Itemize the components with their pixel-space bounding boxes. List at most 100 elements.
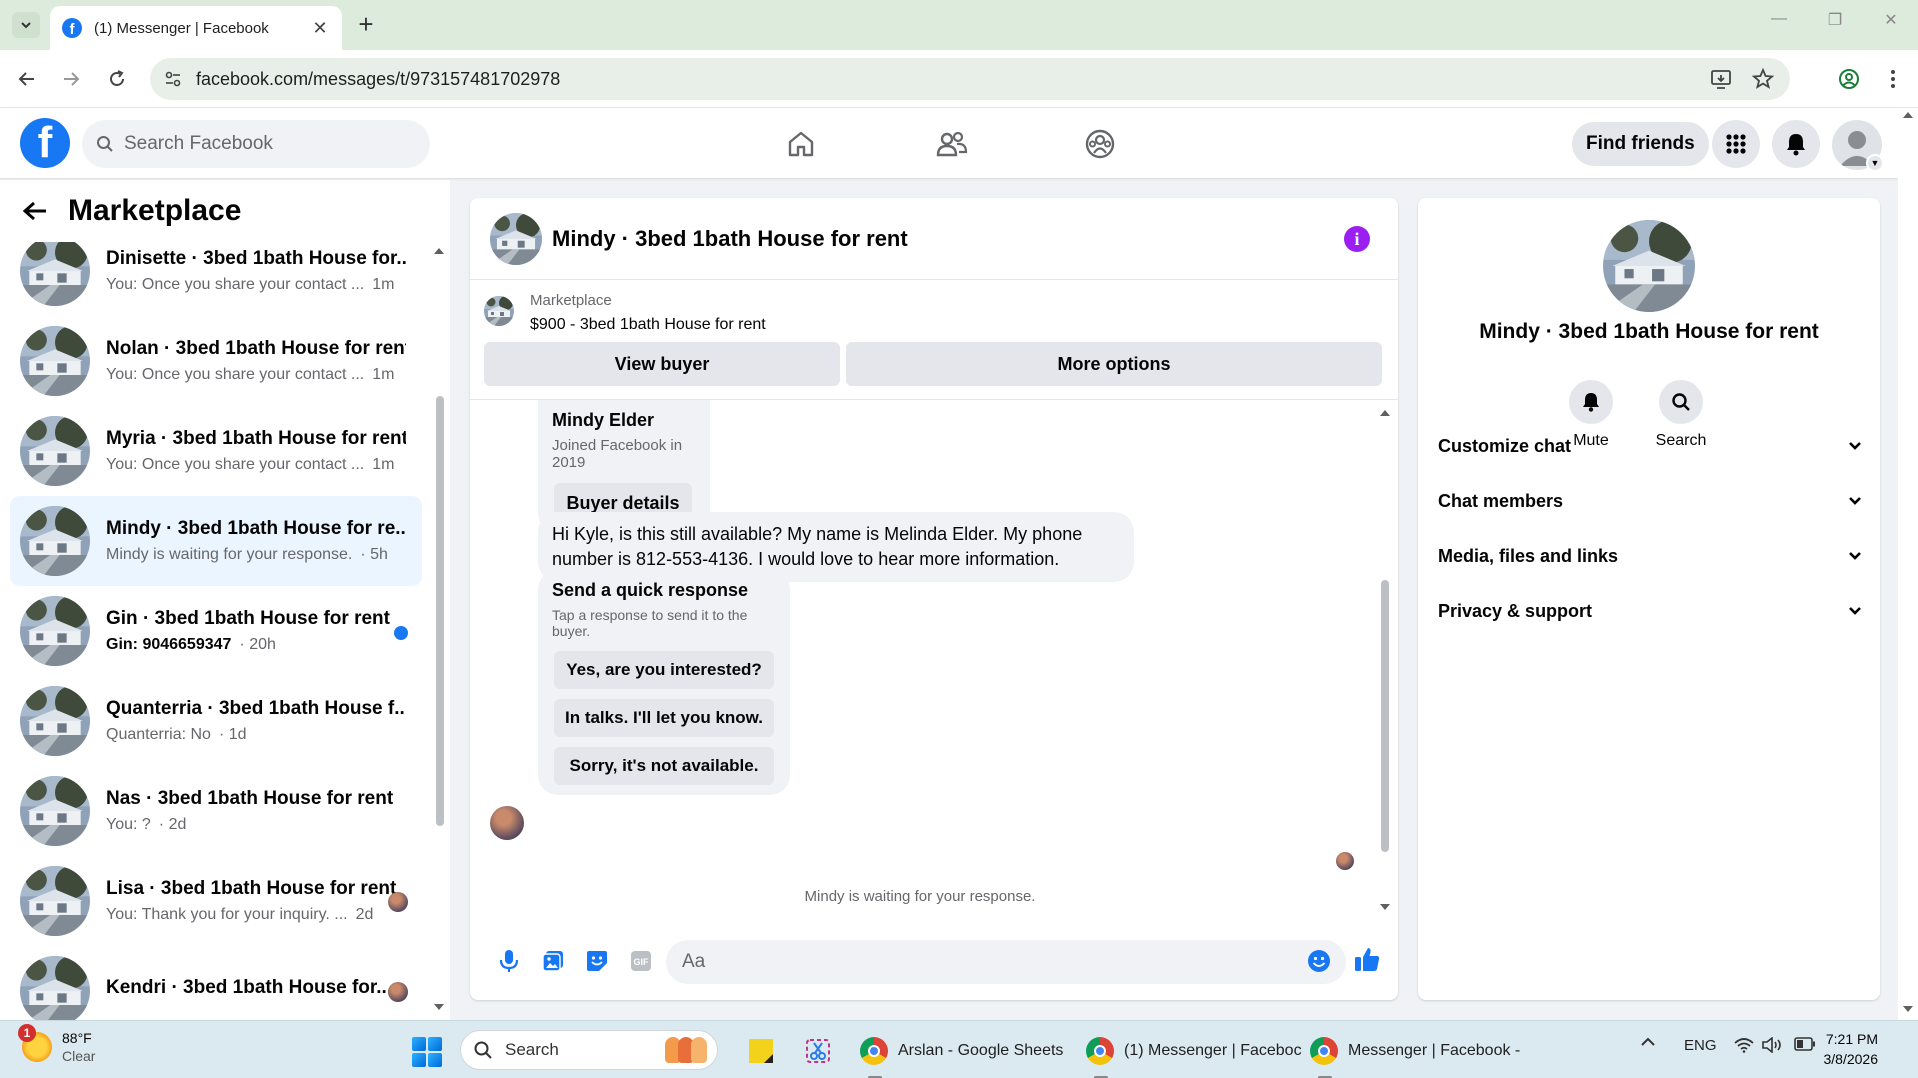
groups-nav-button[interactable] <box>1080 124 1120 164</box>
chat-header: Mindy · 3bed 1bath House for rent i <box>470 198 1398 280</box>
conversation-item[interactable]: Lisa · 3bed 1bath House for rent You: Tha… <box>10 856 422 946</box>
gif-button[interactable]: GIF <box>628 948 654 974</box>
forward-button[interactable] <box>56 64 86 94</box>
buyer-avatar[interactable] <box>490 806 524 840</box>
browser-tab-messenger[interactable]: f (1) Messenger | Facebook ✕ <box>50 6 342 50</box>
listing-thumbnail[interactable] <box>484 296 514 326</box>
media-files-links-section[interactable]: Media, files and links <box>1438 536 1862 576</box>
search-in-chat-button[interactable] <box>1659 380 1703 424</box>
taskbar-search[interactable]: Search <box>460 1030 718 1070</box>
new-tab-button[interactable]: + <box>352 10 380 38</box>
conversation-name: Nolan · 3bed 1bath House for rent <box>106 338 406 359</box>
voice-clip-button[interactable] <box>496 948 522 974</box>
section-label: Privacy & support <box>1438 600 1593 621</box>
info-avatar[interactable] <box>1603 220 1695 312</box>
back-arrow-icon[interactable] <box>22 200 48 222</box>
conversation-preview-row: Quanterria: No · 1d <box>106 726 406 744</box>
seen-avatar <box>388 982 408 1002</box>
install-app-icon[interactable] <box>1710 68 1732 90</box>
quick-response-yes[interactable]: Yes, are you interested? <box>554 651 774 689</box>
chat-scroll-thumb[interactable] <box>1381 580 1389 852</box>
page-scrollbar[interactable] <box>1898 108 1918 1020</box>
chat-scrollbar[interactable] <box>1378 406 1392 914</box>
buyer-joined: Joined Facebook in 2019 <box>552 437 683 471</box>
listing-title[interactable]: $900 - 3bed 1bath House for rent <box>530 316 766 334</box>
conversation-item[interactable]: Quanterria · 3bed 1bath House f... Quante… <box>10 676 422 766</box>
language-indicator[interactable]: ENG <box>1684 1037 1717 1054</box>
taskbar-app-google-sheets[interactable]: Arslan - Google Sheets <box>860 1031 1064 1078</box>
facebook-search-input[interactable] <box>124 133 404 155</box>
conversation-list-scrollbar[interactable] <box>432 244 446 1014</box>
sticker-icon <box>587 951 607 971</box>
wifi-icon[interactable] <box>1734 1037 1754 1057</box>
tab-search-button[interactable] <box>12 12 40 38</box>
conversation-item[interactable]: Nas · 3bed 1bath House for rent You: ? · 2… <box>10 766 422 856</box>
chat-title[interactable]: Mindy · 3bed 1bath House for rent <box>552 226 908 252</box>
account-caret-icon[interactable]: ▼ <box>1866 154 1884 172</box>
clock-date: 3/8/2026 <box>1823 1051 1879 1067</box>
snipping-tool-app[interactable] <box>804 1031 832 1071</box>
home-nav-button[interactable] <box>781 124 821 164</box>
start-button[interactable] <box>412 1037 442 1067</box>
weather-widget[interactable]: 1 88°F Clear <box>18 1024 95 1065</box>
quick-response-not-available[interactable]: Sorry, it's not available. <box>554 747 774 785</box>
battery-icon[interactable] <box>1794 1037 1816 1055</box>
back-button[interactable] <box>12 64 42 94</box>
chat-members-section[interactable]: Chat members <box>1438 481 1862 521</box>
chevron-down-icon <box>21 22 31 29</box>
attach-photo-button[interactable] <box>540 948 566 974</box>
system-clock[interactable]: 7:21 PM 3/8/2026 <box>1824 1029 1879 1069</box>
site-settings-icon[interactable] <box>164 70 182 88</box>
minimize-button[interactable]: — <box>1764 10 1794 28</box>
conversation-item[interactable]: Dinisette · 3bed 1bath House for... You: … <box>10 242 422 316</box>
taskbar-app-label: Arslan - Google Sheets <box>898 1042 1064 1059</box>
conversation-preview-row: You: ? · 2d <box>106 816 406 834</box>
reload-button[interactable] <box>102 64 132 94</box>
notifications-button[interactable] <box>1772 120 1820 168</box>
volume-icon[interactable] <box>1762 1036 1784 1057</box>
quick-response-in-talks[interactable]: In talks. I'll let you know. <box>554 699 774 737</box>
profile-button[interactable] <box>1834 64 1864 94</box>
conversation-item[interactable]: Kendri · 3bed 1bath House for... <box>10 946 422 1020</box>
friends-nav-button[interactable] <box>932 124 972 164</box>
close-window-button[interactable]: ✕ <box>1876 10 1906 30</box>
taskbar-app-messenger-2[interactable]: Messenger | Facebook - <box>1310 1031 1520 1078</box>
conversation-preview: Mindy is waiting for your response. <box>106 546 353 563</box>
taskbar-app-messenger-1[interactable]: (1) Messenger | Faceboc <box>1086 1031 1302 1078</box>
send-like-button[interactable] <box>1352 944 1382 974</box>
browser-menu-button[interactable] <box>1878 64 1908 94</box>
customize-chat-section[interactable]: Customize chat <box>1438 426 1862 466</box>
bookmark-star-icon[interactable] <box>1752 68 1774 90</box>
find-friends-button[interactable]: Find friends <box>1572 122 1709 166</box>
chat-avatar[interactable] <box>490 212 542 265</box>
facebook-search[interactable] <box>82 120 430 168</box>
search-icon <box>97 136 113 152</box>
conversation-preview-row: Mindy is waiting for your response. · 5h <box>106 546 406 564</box>
message-input[interactable] <box>666 940 1346 984</box>
show-hidden-icons-button[interactable] <box>1640 1035 1656 1052</box>
mute-button[interactable] <box>1569 380 1613 424</box>
conversation-name: Gin · 3bed 1bath House for rent <box>106 608 390 629</box>
thumbs-up-icon <box>1355 948 1380 971</box>
view-buyer-button[interactable]: View buyer <box>484 342 840 386</box>
restore-button[interactable]: ❐ <box>1820 10 1850 30</box>
tab-close-icon[interactable]: ✕ <box>310 18 330 39</box>
more-vertical-icon <box>1891 70 1895 88</box>
menu-button[interactable] <box>1712 120 1760 168</box>
facebook-logo[interactable]: f <box>20 118 70 168</box>
weather-temp: 88°F <box>62 1030 92 1046</box>
home-icon <box>788 131 814 157</box>
conversation-item[interactable]: Gin · 3bed 1bath House for rent Gin: 9046… <box>10 586 422 676</box>
more-options-button[interactable]: More options <box>846 342 1382 386</box>
sticker-button[interactable] <box>584 948 610 974</box>
emoji-button[interactable] <box>1306 948 1332 974</box>
conversation-item[interactable]: Mindy · 3bed 1bath House for re... Mindy … <box>10 496 422 586</box>
marketplace-chat-list-panel: Marketplace Dinisette · 3bed 1bath House… <box>0 180 450 1020</box>
sticky-notes-app[interactable] <box>748 1031 774 1071</box>
conversation-item[interactable]: Myria · 3bed 1bath House for rent You: On… <box>10 406 422 496</box>
conversation-item[interactable]: Nolan · 3bed 1bath House for rent You: On… <box>10 316 422 406</box>
address-bar[interactable]: facebook.com/messages/t/973157481702978 <box>150 58 1790 100</box>
conversation-info-icon[interactable]: i <box>1344 226 1370 252</box>
conversation-list-scroll-thumb[interactable] <box>436 396 444 826</box>
privacy-support-section[interactable]: Privacy & support <box>1438 591 1862 631</box>
